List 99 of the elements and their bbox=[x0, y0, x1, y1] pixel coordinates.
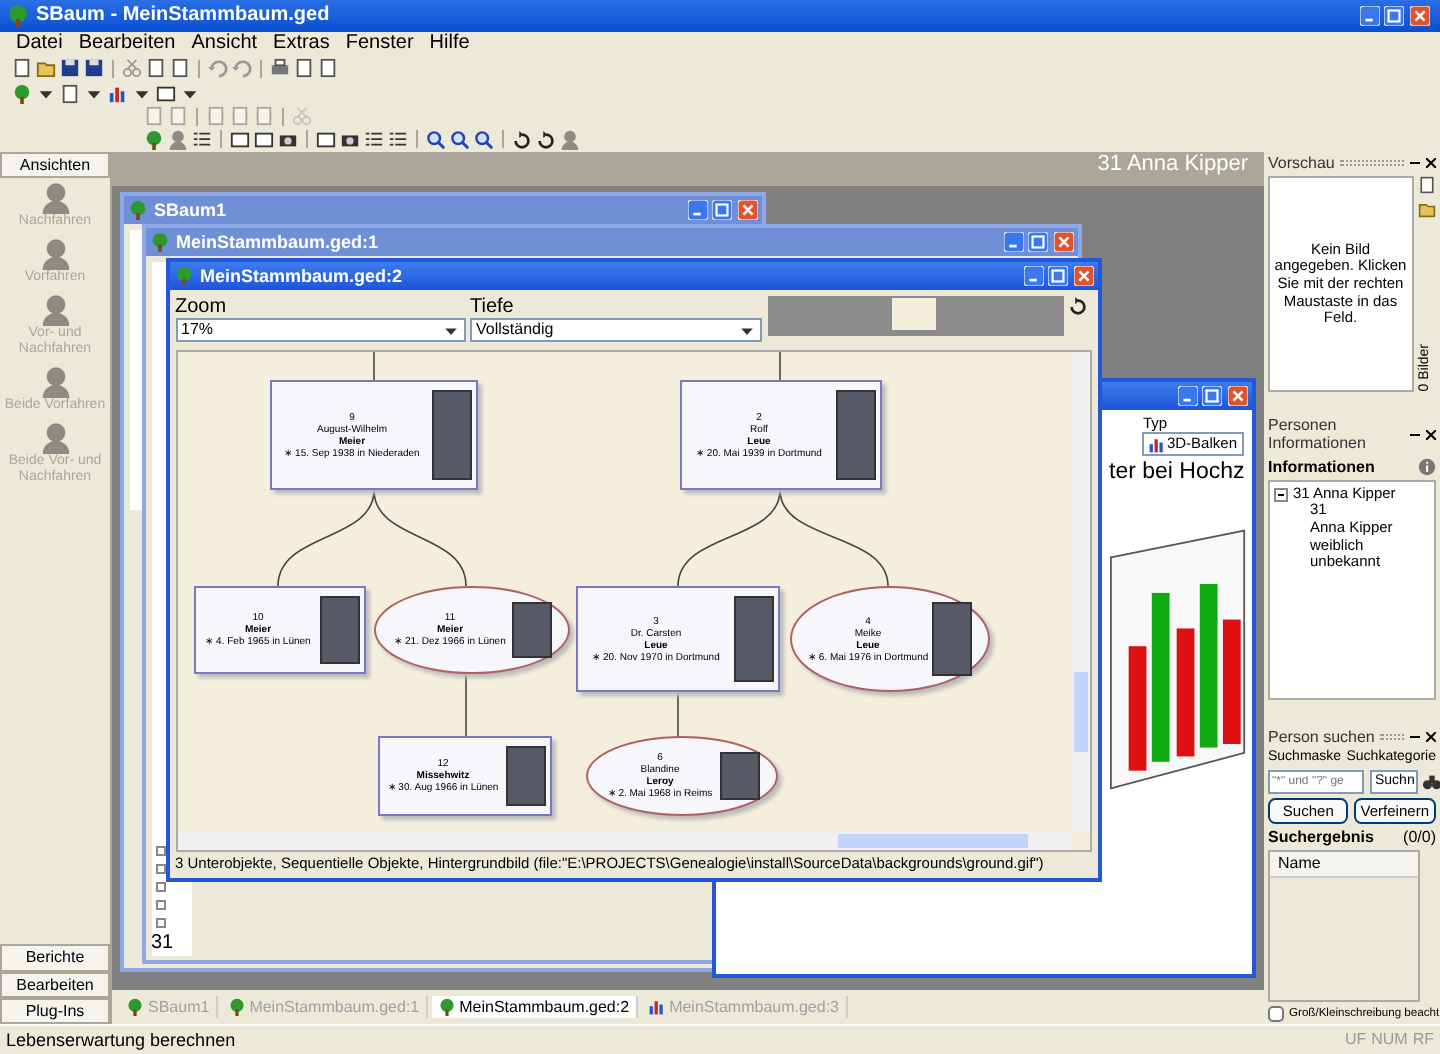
binoculars-icon[interactable] bbox=[1422, 771, 1440, 792]
pin-icon[interactable] bbox=[1410, 158, 1420, 169]
photo-placeholder bbox=[432, 390, 472, 480]
close-icon[interactable] bbox=[1426, 731, 1436, 742]
tree-icon bbox=[437, 998, 456, 1016]
list-icon[interactable] bbox=[192, 129, 212, 149]
menu-item[interactable]: Ansicht bbox=[191, 32, 258, 56]
folder-icon[interactable] bbox=[36, 58, 56, 78]
list-icon[interactable] bbox=[388, 129, 408, 149]
window-title: MeinStammbaum.ged:1 bbox=[176, 231, 379, 253]
panel-title: Vorschau bbox=[1268, 154, 1335, 173]
menu-item[interactable]: Extras bbox=[273, 32, 330, 56]
maximize-icon[interactable] bbox=[1202, 386, 1222, 406]
camera-icon[interactable] bbox=[278, 129, 298, 149]
zoom-icon[interactable] bbox=[474, 129, 494, 149]
status-indicator: RF bbox=[1412, 1030, 1434, 1050]
collapse-icon[interactable] bbox=[1274, 487, 1288, 502]
window-title: SBaum1 bbox=[154, 199, 227, 221]
connector-line bbox=[373, 489, 467, 587]
sidebar-section[interactable]: Berichte bbox=[0, 944, 110, 972]
list-item: 31 bbox=[151, 932, 176, 955]
maximize-icon[interactable] bbox=[1384, 6, 1404, 26]
menu-item[interactable]: Hilfe bbox=[429, 32, 470, 56]
tree-icon bbox=[227, 998, 246, 1016]
frame-icon[interactable] bbox=[156, 83, 176, 103]
menu-item[interactable]: Bearbeiten bbox=[78, 32, 176, 56]
minimize-icon[interactable] bbox=[1177, 386, 1197, 406]
connector-line bbox=[779, 489, 889, 587]
zoom-label: Zoom bbox=[175, 295, 229, 318]
minimize-icon[interactable] bbox=[1023, 266, 1043, 286]
page-icon[interactable] bbox=[1418, 176, 1436, 195]
zoom-icon[interactable] bbox=[450, 129, 470, 149]
tree-icon bbox=[126, 998, 144, 1016]
case-checkbox[interactable] bbox=[1268, 1006, 1284, 1022]
list-icon[interactable] bbox=[364, 129, 384, 149]
status-indicator: NUM bbox=[1371, 1030, 1408, 1050]
menu-item[interactable]: Fenster bbox=[345, 32, 414, 56]
tree-icon[interactable] bbox=[144, 129, 164, 149]
close-icon[interactable] bbox=[1426, 158, 1436, 169]
minimize-icon[interactable] bbox=[1359, 6, 1379, 26]
minimize-icon[interactable] bbox=[1003, 232, 1023, 252]
refresh-icon[interactable] bbox=[1068, 295, 1088, 315]
frame-icon[interactable] bbox=[316, 129, 336, 149]
minimize-icon[interactable] bbox=[687, 200, 707, 220]
results-label: Suchergebnis bbox=[1268, 828, 1374, 847]
overview-thumbnail[interactable] bbox=[767, 295, 1063, 335]
app-tree-icon bbox=[6, 4, 30, 28]
scrollbar[interactable] bbox=[1072, 352, 1090, 832]
bar-chart-icon bbox=[1148, 435, 1167, 454]
zoom-select[interactable]: 17% bbox=[175, 318, 465, 342]
printer-icon[interactable] bbox=[270, 58, 290, 78]
info-icon bbox=[1418, 457, 1436, 476]
workspace-header: 31 Anna Kipper bbox=[112, 152, 1264, 186]
zoom-icon[interactable] bbox=[426, 129, 446, 149]
pin-icon[interactable] bbox=[1410, 429, 1420, 440]
sidebar-header[interactable]: Ansichten bbox=[0, 152, 110, 179]
column-header[interactable]: Name bbox=[1270, 852, 1418, 878]
photo-placeholder bbox=[734, 596, 774, 682]
section-heading: Informationen bbox=[1268, 457, 1375, 476]
window-title: MeinStammbaum.ged:2 bbox=[200, 265, 403, 287]
chart-icon bbox=[647, 998, 666, 1016]
close-icon[interactable] bbox=[1426, 429, 1436, 440]
depth-select[interactable]: Vollständig bbox=[470, 318, 762, 342]
tree-icon bbox=[128, 200, 148, 220]
maximize-icon[interactable] bbox=[1028, 232, 1048, 252]
chart-icon[interactable] bbox=[108, 83, 128, 103]
scrollbar[interactable] bbox=[178, 832, 1072, 850]
photo-placeholder bbox=[512, 602, 552, 658]
tree-icon bbox=[150, 232, 170, 252]
photo-placeholder bbox=[932, 602, 972, 676]
photo-placeholder bbox=[836, 390, 876, 480]
page-icon[interactable] bbox=[60, 83, 80, 103]
connector-line bbox=[677, 489, 781, 587]
sidebar-section[interactable]: Plug-Ins bbox=[0, 997, 110, 1024]
photo-placeholder bbox=[720, 752, 760, 800]
tree-icon[interactable] bbox=[12, 83, 32, 103]
panel-title: Personen Informationen bbox=[1268, 416, 1368, 454]
maximize-icon[interactable] bbox=[1048, 266, 1068, 286]
pin-icon[interactable] bbox=[1410, 731, 1420, 742]
window-title: SBaum - MeinStammbaum.ged bbox=[36, 4, 330, 28]
panel-title: Person suchen bbox=[1268, 727, 1375, 746]
status-indicator: UF bbox=[1344, 1030, 1367, 1050]
tree-icon bbox=[174, 266, 194, 286]
chart-heading: ter bei Hochz bbox=[1109, 460, 1245, 487]
connector-line bbox=[779, 352, 781, 381]
connector-line bbox=[277, 489, 375, 587]
folder-icon[interactable] bbox=[1418, 199, 1436, 218]
connector-line bbox=[373, 352, 375, 381]
page-icon[interactable] bbox=[12, 58, 32, 78]
depth-label: Tiefe bbox=[470, 295, 516, 318]
camera-icon[interactable] bbox=[340, 129, 360, 149]
menu-item[interactable]: Datei bbox=[16, 32, 63, 56]
sidebar-section[interactable]: Bearbeiten bbox=[0, 971, 110, 998]
status-text: Lebenserwartung berechnen bbox=[6, 1029, 236, 1051]
document-tab[interactable]: MeinStammbaum.ged:2 bbox=[431, 995, 638, 1019]
photo-placeholder bbox=[506, 746, 546, 806]
results-count: (0/0) bbox=[1403, 828, 1436, 847]
photo-placeholder bbox=[320, 596, 360, 664]
maximize-icon[interactable] bbox=[712, 200, 732, 220]
